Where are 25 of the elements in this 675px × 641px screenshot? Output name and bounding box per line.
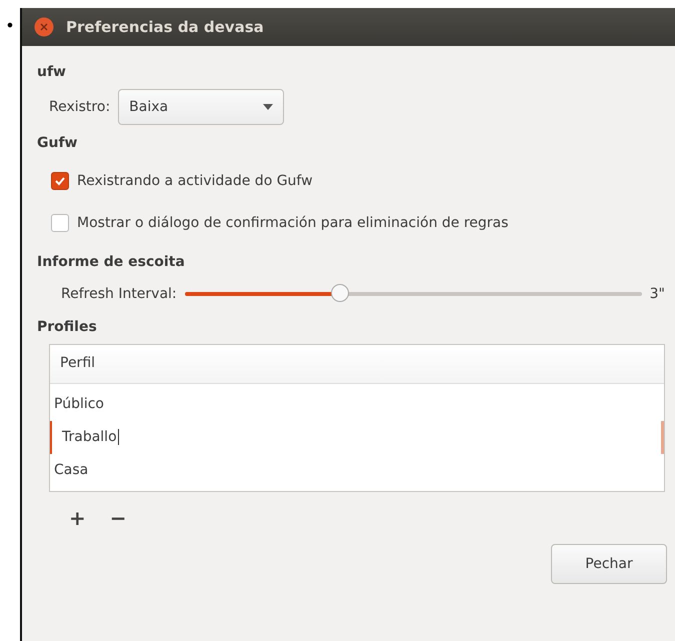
field-label: Rexistro: (49, 98, 110, 116)
checkmark-icon (54, 175, 66, 187)
checkbox[interactable] (51, 214, 69, 232)
window-title: Preferencias da devasa (66, 16, 264, 38)
bullet-icon: • (0, 8, 20, 641)
close-button[interactable]: Pechar (551, 544, 667, 584)
close-icon[interactable] (34, 17, 54, 37)
list-item[interactable]: Casa (50, 454, 664, 487)
list-item[interactable]: Público (50, 388, 664, 421)
section-heading: Profiles (37, 318, 98, 337)
section-heading: ufw (37, 63, 67, 82)
slider-handle[interactable] (331, 284, 350, 302)
slider-value: 3" (650, 284, 665, 304)
checkbox[interactable] (51, 172, 69, 190)
section-heading: Informe de escoita (37, 253, 186, 272)
edit-field[interactable]: Traballo (50, 421, 664, 454)
slider-label: Refresh Interval: (61, 284, 177, 304)
remove-button[interactable]: − (102, 508, 135, 528)
checkbox-label: Mostrar o diálogo de confirmación para eliminación de regras (77, 214, 508, 232)
combo-value: Baixa (129, 98, 168, 116)
checkbox-label: Rexistrando a actividade do Gufw (77, 172, 313, 190)
dropdown-arrow-icon (263, 104, 274, 110)
add-button[interactable]: + (61, 508, 94, 528)
section-heading: Gufw (37, 134, 78, 153)
level-combo[interactable]: Baixa (118, 89, 284, 125)
